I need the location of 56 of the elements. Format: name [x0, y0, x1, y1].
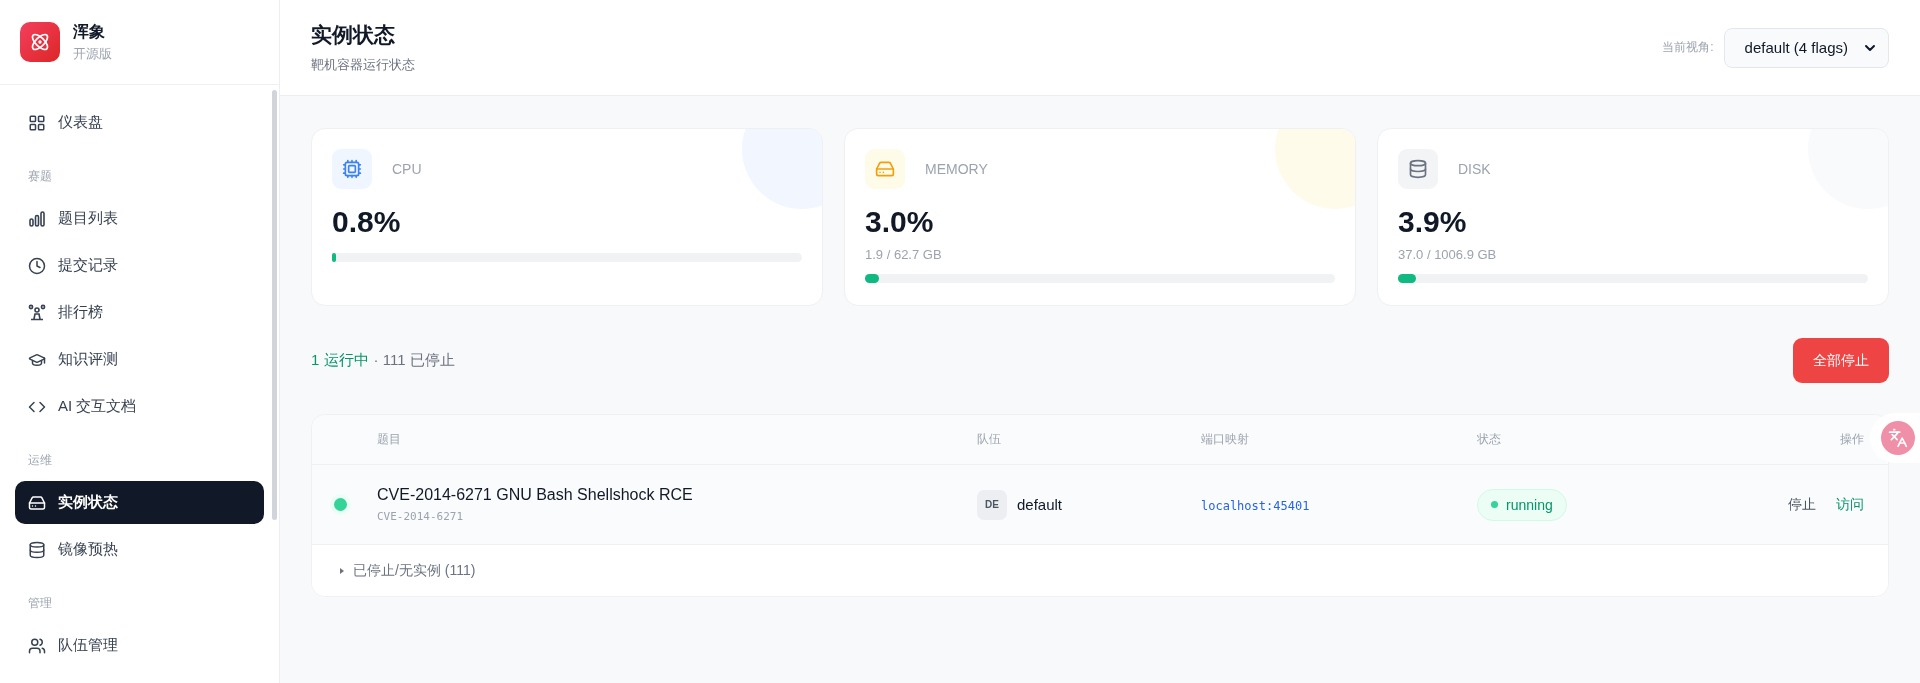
page-title: 实例状态	[311, 22, 396, 48]
action-link[interactable]: 访问	[1836, 495, 1864, 514]
database-icon	[28, 540, 46, 559]
brand-name: 浑象	[73, 21, 106, 42]
stat-label: CPU	[392, 161, 422, 177]
nav-item[interactable]: 队伍管理	[15, 624, 264, 667]
logo-icon	[20, 22, 60, 62]
column-header: 操作	[1839, 431, 1864, 448]
users-icon	[28, 636, 46, 655]
scrollbar[interactable]	[272, 90, 277, 520]
stat-value: 3.9%	[1398, 205, 1468, 239]
stopped-count: · 111 已停止	[373, 351, 455, 370]
grid-icon	[28, 113, 46, 132]
nav-item[interactable]: 仪表盘	[15, 101, 264, 144]
view-select[interactable]: default (4 flags)	[1723, 27, 1889, 68]
nav-item[interactable]: AI 交互文档	[15, 385, 264, 428]
stat-label: DISK	[1458, 161, 1491, 177]
view-label: 当前视角:	[1662, 39, 1714, 56]
stat-detail: 37.0 / 1006.9 GB	[1398, 247, 1498, 262]
nav-item[interactable]: 实例状态	[15, 481, 264, 524]
challenge-title: CVE-2014-6271 GNU Bash Shellshock RCE	[377, 486, 694, 504]
stat-detail: 1.9 / 62.7 GB	[865, 247, 943, 262]
team-avatar: DE	[977, 489, 1007, 520]
running-count: 1 运行中	[311, 351, 369, 370]
column-header: 状态	[1477, 431, 1502, 448]
nav-item[interactable]: 排行榜	[15, 291, 264, 334]
status-badge: running	[1477, 488, 1567, 521]
drive-icon	[865, 149, 905, 189]
podium-icon	[28, 303, 46, 322]
nav-item[interactable]: 知识评测	[15, 338, 264, 381]
stop-all-button[interactable]: 全部停止	[1793, 338, 1889, 383]
column-header: 题目	[377, 431, 402, 448]
action-link[interactable]: 停止	[1788, 495, 1816, 514]
section-title: 赛题	[27, 168, 53, 185]
nav-item[interactable]: 镜像预热	[15, 528, 264, 571]
translate-icon	[1881, 421, 1915, 455]
brand-edition: 开源版	[73, 44, 112, 63]
column-header: 队伍	[977, 431, 1002, 448]
column-header: 端口映射	[1201, 431, 1250, 448]
stat-label: MEMORY	[925, 161, 988, 177]
team-name: default	[1017, 496, 1063, 513]
nav-item[interactable]: 提交记录	[15, 244, 264, 287]
stat-value: 3.0%	[865, 205, 935, 239]
server-icon	[28, 493, 46, 512]
nav-item[interactable]: 题目列表	[15, 197, 264, 240]
port-mapping: localhost:45401	[1201, 498, 1310, 513]
page-subtitle: 靶机容器运行状态	[311, 56, 415, 74]
cpu-icon	[332, 149, 372, 189]
section-title: 管理	[27, 595, 53, 612]
translate-button[interactable]	[1870, 413, 1920, 463]
database-icon	[1398, 149, 1438, 189]
stat-value: 0.8%	[332, 205, 402, 239]
bar-chart-icon	[28, 209, 46, 228]
challenge-id: CVE-2014-6271	[377, 510, 465, 523]
section-title: 运维	[27, 452, 53, 469]
clock-icon	[28, 256, 46, 275]
